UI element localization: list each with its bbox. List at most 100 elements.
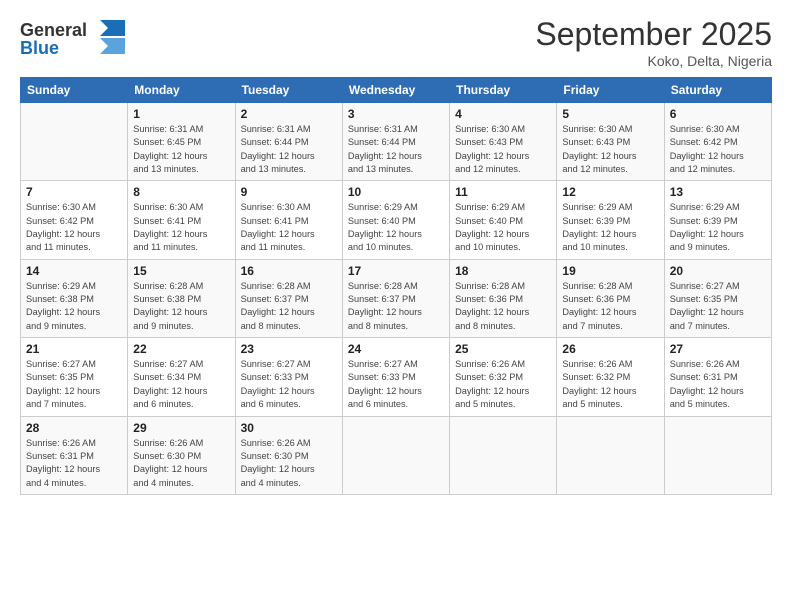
logo-text: General Blue [20, 16, 125, 65]
day-cell: 7Sunrise: 6:30 AM Sunset: 6:42 PM Daylig… [21, 181, 128, 259]
day-cell: 6 Sunrise: 6:30 AM Sunset: 6:42 PM Daylig… [664, 103, 771, 181]
day-number: 10 [348, 185, 444, 199]
day-info: Sunrise: 6:28 AM Sunset: 6:37 PM Dayligh… [241, 280, 337, 333]
day-info: Sunrise: 6:30 AM Sunset: 6:42 PM Dayligh… [26, 201, 122, 254]
day-info: Sunrise: 6:27 AM Sunset: 6:35 PM Dayligh… [670, 280, 766, 333]
day-cell: 26 Sunrise: 6:26 AM Sunset: 6:32 PM Dayli… [557, 338, 664, 416]
day-cell: 1 Sunrise: 6:31 AM Sunset: 6:45 PM Daylig… [128, 103, 235, 181]
day-info: Sunrise: 6:30 AM Sunset: 6:41 PM Dayligh… [133, 201, 229, 254]
day-cell: 21 Sunrise: 6:27 AM Sunset: 6:35 PM Dayli… [21, 338, 128, 416]
day-number: 24 [348, 342, 444, 356]
day-cell [557, 416, 664, 494]
day-cell: 4 Sunrise: 6:30 AM Sunset: 6:43 PM Daylig… [450, 103, 557, 181]
day-cell: 19 Sunrise: 6:28 AM Sunset: 6:36 PM Dayli… [557, 259, 664, 337]
week-row-5: 28 Sunrise: 6:26 AM Sunset: 6:31 PM Dayli… [21, 416, 772, 494]
day-info: Sunrise: 6:28 AM Sunset: 6:36 PM Dayligh… [455, 280, 551, 333]
day-info: Sunrise: 6:30 AM Sunset: 6:41 PM Dayligh… [241, 201, 337, 254]
day-cell: 13 Sunrise: 6:29 AM Sunset: 6:39 PM Dayli… [664, 181, 771, 259]
day-cell: 20Sunrise: 6:27 AM Sunset: 6:35 PM Dayli… [664, 259, 771, 337]
day-cell: 15Sunrise: 6:28 AM Sunset: 6:38 PM Dayli… [128, 259, 235, 337]
day-number: 13 [670, 185, 766, 199]
day-number: 29 [133, 421, 229, 435]
day-number: 4 [455, 107, 551, 121]
day-cell: 23 Sunrise: 6:27 AM Sunset: 6:33 PM Dayli… [235, 338, 342, 416]
day-number: 21 [26, 342, 122, 356]
day-info: Sunrise: 6:26 AM Sunset: 6:32 PM Dayligh… [455, 358, 551, 411]
day-number: 30 [241, 421, 337, 435]
day-cell: 28 Sunrise: 6:26 AM Sunset: 6:31 PM Dayli… [21, 416, 128, 494]
day-number: 3 [348, 107, 444, 121]
week-row-1: 1 Sunrise: 6:31 AM Sunset: 6:45 PM Daylig… [21, 103, 772, 181]
day-cell: 9 Sunrise: 6:30 AM Sunset: 6:41 PM Daylig… [235, 181, 342, 259]
day-number: 12 [562, 185, 658, 199]
day-info: Sunrise: 6:31 AM Sunset: 6:44 PM Dayligh… [241, 123, 337, 176]
day-number: 18 [455, 264, 551, 278]
day-number: 1 [133, 107, 229, 121]
svg-text:General: General [20, 20, 87, 40]
day-info: Sunrise: 6:27 AM Sunset: 6:35 PM Dayligh… [26, 358, 122, 411]
day-number: 16 [241, 264, 337, 278]
week-row-2: 7Sunrise: 6:30 AM Sunset: 6:42 PM Daylig… [21, 181, 772, 259]
svg-text:Blue: Blue [20, 38, 59, 58]
day-info: Sunrise: 6:29 AM Sunset: 6:39 PM Dayligh… [670, 201, 766, 254]
day-number: 6 [670, 107, 766, 121]
day-info: Sunrise: 6:29 AM Sunset: 6:40 PM Dayligh… [348, 201, 444, 254]
day-number: 14 [26, 264, 122, 278]
header-cell-saturday: Saturday [664, 78, 771, 103]
day-info: Sunrise: 6:27 AM Sunset: 6:34 PM Dayligh… [133, 358, 229, 411]
day-number: 8 [133, 185, 229, 199]
day-number: 15 [133, 264, 229, 278]
day-number: 11 [455, 185, 551, 199]
day-number: 5 [562, 107, 658, 121]
day-cell: 14Sunrise: 6:29 AM Sunset: 6:38 PM Dayli… [21, 259, 128, 337]
day-cell [342, 416, 449, 494]
day-number: 23 [241, 342, 337, 356]
day-info: Sunrise: 6:27 AM Sunset: 6:33 PM Dayligh… [241, 358, 337, 411]
day-info: Sunrise: 6:30 AM Sunset: 6:43 PM Dayligh… [455, 123, 551, 176]
header-cell-thursday: Thursday [450, 78, 557, 103]
day-info: Sunrise: 6:28 AM Sunset: 6:37 PM Dayligh… [348, 280, 444, 333]
day-cell: 3Sunrise: 6:31 AM Sunset: 6:44 PM Daylig… [342, 103, 449, 181]
day-info: Sunrise: 6:27 AM Sunset: 6:33 PM Dayligh… [348, 358, 444, 411]
page: General Blue September 2025 Koko, Delta,… [0, 0, 792, 612]
day-info: Sunrise: 6:26 AM Sunset: 6:30 PM Dayligh… [133, 437, 229, 490]
day-cell: 5 Sunrise: 6:30 AM Sunset: 6:43 PM Daylig… [557, 103, 664, 181]
day-cell: 12 Sunrise: 6:29 AM Sunset: 6:39 PM Dayli… [557, 181, 664, 259]
day-number: 19 [562, 264, 658, 278]
day-info: Sunrise: 6:31 AM Sunset: 6:45 PM Dayligh… [133, 123, 229, 176]
day-info: Sunrise: 6:30 AM Sunset: 6:43 PM Dayligh… [562, 123, 658, 176]
day-info: Sunrise: 6:26 AM Sunset: 6:30 PM Dayligh… [241, 437, 337, 490]
day-info: Sunrise: 6:28 AM Sunset: 6:36 PM Dayligh… [562, 280, 658, 333]
day-cell: 30 Sunrise: 6:26 AM Sunset: 6:30 PM Dayli… [235, 416, 342, 494]
calendar-header: SundayMondayTuesdayWednesdayThursdayFrid… [21, 78, 772, 103]
title-block: September 2025 Koko, Delta, Nigeria [535, 16, 772, 69]
day-cell [21, 103, 128, 181]
week-row-4: 21 Sunrise: 6:27 AM Sunset: 6:35 PM Dayli… [21, 338, 772, 416]
day-number: 17 [348, 264, 444, 278]
day-info: Sunrise: 6:30 AM Sunset: 6:42 PM Dayligh… [670, 123, 766, 176]
day-number: 26 [562, 342, 658, 356]
day-cell: 27Sunrise: 6:26 AM Sunset: 6:31 PM Dayli… [664, 338, 771, 416]
day-number: 9 [241, 185, 337, 199]
day-cell [664, 416, 771, 494]
header-cell-sunday: Sunday [21, 78, 128, 103]
day-info: Sunrise: 6:26 AM Sunset: 6:32 PM Dayligh… [562, 358, 658, 411]
location: Koko, Delta, Nigeria [535, 53, 772, 69]
calendar-body: 1 Sunrise: 6:31 AM Sunset: 6:45 PM Daylig… [21, 103, 772, 495]
logo: General Blue [20, 16, 125, 65]
day-cell: 25Sunrise: 6:26 AM Sunset: 6:32 PM Dayli… [450, 338, 557, 416]
day-info: Sunrise: 6:26 AM Sunset: 6:31 PM Dayligh… [26, 437, 122, 490]
calendar-table: SundayMondayTuesdayWednesdayThursdayFrid… [20, 77, 772, 495]
day-number: 22 [133, 342, 229, 356]
month-title: September 2025 [535, 16, 772, 53]
day-cell: 17 Sunrise: 6:28 AM Sunset: 6:37 PM Dayli… [342, 259, 449, 337]
day-cell: 8 Sunrise: 6:30 AM Sunset: 6:41 PM Daylig… [128, 181, 235, 259]
day-cell [450, 416, 557, 494]
day-cell: 10 Sunrise: 6:29 AM Sunset: 6:40 PM Dayli… [342, 181, 449, 259]
day-cell: 24 Sunrise: 6:27 AM Sunset: 6:33 PM Dayli… [342, 338, 449, 416]
day-number: 28 [26, 421, 122, 435]
day-info: Sunrise: 6:29 AM Sunset: 6:39 PM Dayligh… [562, 201, 658, 254]
day-cell: 2Sunrise: 6:31 AM Sunset: 6:44 PM Daylig… [235, 103, 342, 181]
day-cell: 11Sunrise: 6:29 AM Sunset: 6:40 PM Dayli… [450, 181, 557, 259]
header: General Blue September 2025 Koko, Delta,… [20, 16, 772, 69]
